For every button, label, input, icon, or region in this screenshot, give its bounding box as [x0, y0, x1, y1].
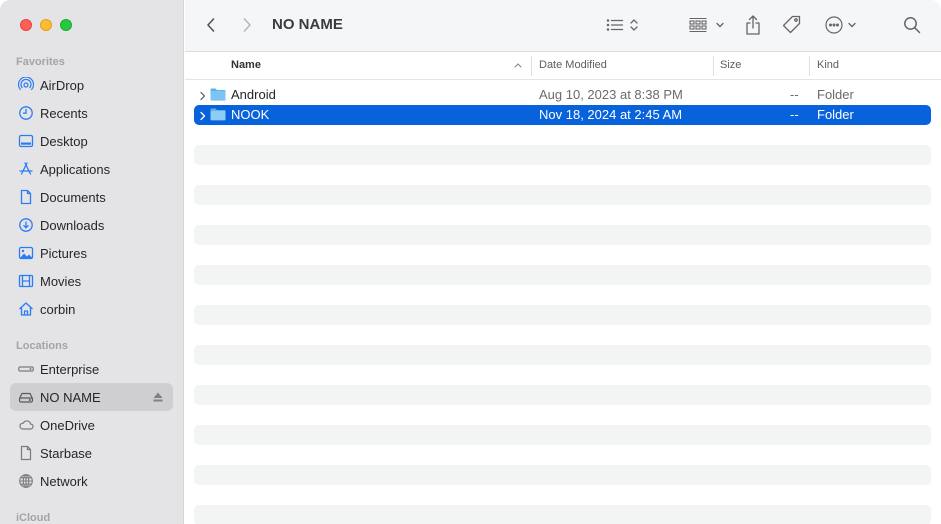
applications-icon	[18, 161, 34, 177]
empty-row-stripe	[194, 265, 931, 285]
external-drive-icon	[18, 361, 34, 377]
sidebar-section-locations: Locations	[16, 340, 68, 352]
disclosure-triangle-icon[interactable]	[200, 89, 206, 104]
file-kind: Folder	[817, 107, 854, 122]
sidebar-item-onedrive[interactable]: OneDrive	[10, 411, 173, 439]
sidebar-section-icloud: iCloud	[16, 512, 51, 524]
more-actions-button[interactable]	[824, 13, 860, 39]
column-name[interactable]: Name	[231, 59, 261, 71]
file-name: Android	[231, 87, 276, 102]
column-divider[interactable]	[531, 56, 532, 76]
sidebar-item-desktop[interactable]: Desktop	[10, 127, 173, 155]
globe-icon	[18, 473, 34, 489]
tag-icon	[782, 15, 802, 38]
empty-row-stripe	[194, 465, 931, 485]
close-button[interactable]	[20, 19, 32, 31]
column-date-modified[interactable]: Date Modified	[539, 59, 607, 71]
group-button[interactable]	[687, 13, 727, 39]
desktop-icon	[18, 133, 34, 149]
ellipsis-circle-icon	[824, 15, 860, 38]
sidebar-item-enterprise[interactable]: Enterprise	[10, 355, 173, 383]
column-header: Name Date Modified Size Kind	[185, 53, 941, 80]
window-title: NO NAME	[272, 16, 343, 33]
folder-icon	[210, 87, 226, 104]
window-controls	[20, 19, 72, 31]
sidebar-item-downloads[interactable]: Downloads	[10, 211, 173, 239]
folder-icon	[210, 107, 226, 124]
cloud-icon	[18, 417, 34, 433]
column-divider[interactable]	[713, 56, 714, 76]
column-divider[interactable]	[809, 56, 810, 76]
empty-row-stripe	[194, 505, 931, 524]
group-icon	[688, 17, 726, 36]
sidebar-item-pictures[interactable]: Pictures	[10, 239, 173, 267]
file-size: --	[790, 107, 799, 122]
empty-row-stripe	[194, 145, 931, 165]
sidebar-item-starbase[interactable]: Starbase	[10, 439, 173, 467]
file-date-modified: Nov 18, 2024 at 2:45 AM	[539, 107, 683, 122]
sidebar-item-documents[interactable]: Documents	[10, 183, 173, 211]
empty-row-stripe	[194, 345, 931, 365]
empty-row-stripe	[194, 425, 931, 445]
toolbar: NO NAME	[185, 0, 941, 52]
chevron-left-icon	[205, 17, 217, 36]
back-button[interactable]	[201, 13, 221, 39]
file-row-nook[interactable]: NOOK Nov 18, 2024 at 2:45 AM -- Folder	[194, 105, 931, 125]
view-mode-button[interactable]	[603, 13, 643, 39]
sidebar-item-recents[interactable]: Recents	[10, 99, 173, 127]
empty-row-stripe	[194, 225, 931, 245]
forward-button[interactable]	[237, 13, 257, 39]
clock-icon	[18, 105, 34, 121]
file-name: NOOK	[231, 107, 270, 122]
sidebar-section-favorites: Favorites	[16, 56, 65, 68]
empty-row-stripe	[194, 385, 931, 405]
file-row-android[interactable]: Android Aug 10, 2023 at 8:38 PM -- Folde…	[194, 85, 931, 105]
search-button[interactable]	[901, 13, 923, 39]
home-icon	[18, 301, 34, 317]
sidebar-item-corbin[interactable]: corbin	[10, 295, 173, 323]
empty-row-stripe	[194, 185, 931, 205]
chevron-right-icon	[241, 17, 253, 36]
zoom-button[interactable]	[60, 19, 72, 31]
column-kind[interactable]: Kind	[817, 59, 839, 71]
sidebar: Favorites AirDrop Recents Desktop Applic…	[0, 0, 184, 524]
column-size[interactable]: Size	[720, 59, 741, 71]
drive-icon	[18, 389, 34, 405]
empty-row-stripe	[194, 305, 931, 325]
document-icon	[18, 189, 34, 205]
minimize-button[interactable]	[40, 19, 52, 31]
download-icon	[18, 217, 34, 233]
sidebar-item-airdrop[interactable]: AirDrop	[10, 71, 173, 99]
sidebar-item-network[interactable]: Network	[10, 467, 173, 495]
eject-button[interactable]	[153, 391, 163, 403]
file-size: --	[790, 87, 799, 102]
document-icon	[18, 445, 34, 461]
file-list: Android Aug 10, 2023 at 8:38 PM -- Folde…	[185, 80, 941, 524]
disclosure-triangle-icon[interactable]	[200, 109, 206, 124]
share-icon	[744, 14, 762, 39]
sort-ascending-icon	[513, 60, 523, 72]
file-kind: Folder	[817, 87, 854, 102]
list-view-icon	[605, 17, 641, 36]
airdrop-icon	[18, 77, 34, 93]
tag-button[interactable]	[781, 13, 803, 39]
film-icon	[18, 273, 34, 289]
sidebar-item-no-name[interactable]: NO NAME	[10, 383, 173, 411]
sidebar-item-movies[interactable]: Movies	[10, 267, 173, 295]
photo-icon	[18, 245, 34, 261]
finder-window: Favorites AirDrop Recents Desktop Applic…	[0, 0, 941, 524]
search-icon	[903, 16, 921, 37]
sidebar-item-applications[interactable]: Applications	[10, 155, 173, 183]
file-date-modified: Aug 10, 2023 at 8:38 PM	[539, 87, 683, 102]
share-button[interactable]	[743, 13, 763, 39]
